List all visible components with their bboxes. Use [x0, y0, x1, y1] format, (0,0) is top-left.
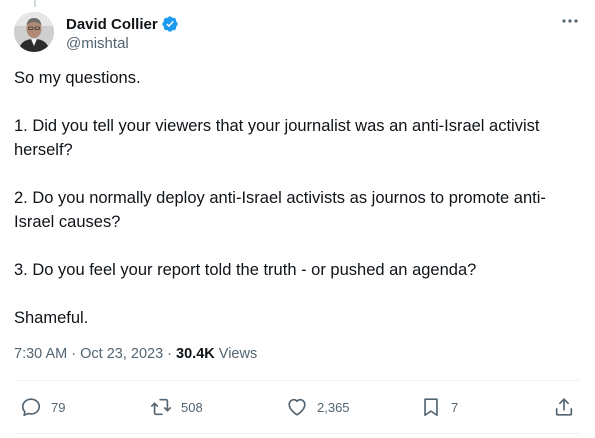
display-name[interactable]: David Collier — [66, 16, 158, 33]
reply-count: 79 — [51, 399, 66, 415]
tweet-paragraph: So my questions. — [14, 69, 141, 87]
bookmark-button[interactable]: 7 — [420, 392, 458, 422]
like-icon — [286, 396, 308, 418]
repost-button[interactable]: 508 — [150, 392, 203, 422]
verified-badge-icon[interactable] — [161, 15, 179, 33]
action-bar: 79 508 2,365 7 — [14, 392, 581, 422]
author-names: David Collier @mishtal — [66, 14, 179, 52]
author-handle[interactable]: @mishtal — [66, 35, 179, 52]
tweet-paragraph: 3. Do you feel your report told the trut… — [14, 261, 477, 279]
like-count: 2,365 — [317, 399, 350, 415]
tweet-paragraph: 1. Did you tell your viewers that your j… — [14, 117, 540, 159]
share-icon — [553, 396, 575, 418]
avatar[interactable] — [14, 12, 54, 52]
name-row: David Collier — [66, 14, 179, 34]
views-count[interactable]: 30.4K — [176, 346, 215, 362]
repost-icon — [150, 396, 172, 418]
meta-separator: · — [71, 346, 77, 362]
tweet-text: So my questions. 1. Did you tell your vi… — [14, 66, 584, 330]
reply-icon — [20, 396, 42, 418]
more-icon[interactable] — [559, 12, 581, 30]
divider — [14, 380, 581, 381]
tweet-meta: 7:30 AM · Oct 23, 2023 · 30.4K Views — [14, 346, 257, 362]
tweet-time[interactable]: 7:30 AM — [14, 346, 67, 362]
reply-button[interactable]: 79 — [20, 392, 65, 422]
repost-count: 508 — [181, 399, 203, 415]
divider — [14, 433, 581, 434]
tweet-date[interactable]: Oct 23, 2023 — [80, 346, 163, 362]
bookmark-count: 7 — [451, 399, 459, 415]
tweet-header: David Collier @mishtal — [14, 12, 581, 54]
share-button[interactable] — [553, 392, 575, 422]
tweet-paragraph: 2. Do you normally deploy anti-Israel ac… — [14, 189, 546, 231]
meta-separator: · — [167, 346, 173, 362]
bookmark-icon — [420, 396, 442, 418]
tweet-paragraph: Shameful. — [14, 309, 89, 327]
like-button[interactable]: 2,365 — [286, 392, 350, 422]
views-label: Views — [218, 346, 258, 362]
thread-connector-line — [34, 0, 36, 7]
